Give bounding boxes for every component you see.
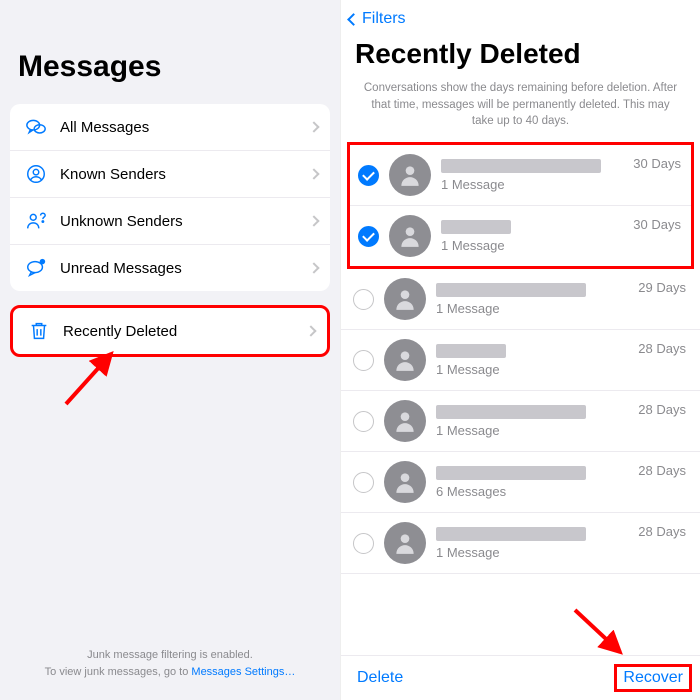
- days-remaining: 28 Days: [638, 339, 686, 356]
- filter-unknown-senders[interactable]: Unknown Senders: [10, 198, 330, 245]
- filters-list: All Messages Known Senders Unknown Sende…: [10, 104, 330, 291]
- filter-unread-messages[interactable]: Unread Messages: [10, 245, 330, 291]
- conversation-list: 1 Message 30 Days 1 Message 30 Days: [341, 142, 700, 655]
- avatar-icon: [389, 154, 431, 196]
- info-note: Conversations show the days remaining be…: [341, 80, 700, 142]
- message-count: 6 Messages: [436, 484, 628, 499]
- days-remaining: 28 Days: [638, 400, 686, 417]
- chevron-right-icon: [308, 168, 319, 179]
- selected-rows-highlight: 1 Message 30 Days 1 Message 30 Days: [347, 142, 694, 269]
- days-remaining: 28 Days: [638, 461, 686, 478]
- page-title: Messages: [0, 0, 340, 104]
- recently-deleted-pane: Filters Recently Deleted Conversations s…: [340, 0, 700, 700]
- chevron-right-icon: [305, 325, 316, 336]
- bubbles-icon: [24, 115, 48, 139]
- conversation-row[interactable]: 1 Message 30 Days: [350, 206, 691, 266]
- messages-settings-link[interactable]: Messages Settings…: [191, 666, 295, 678]
- annotation-arrow-icon: [56, 344, 126, 414]
- days-remaining: 30 Days: [633, 154, 681, 171]
- message-count: 1 Message: [436, 423, 628, 438]
- avatar-icon: [384, 522, 426, 564]
- redacted-name: [436, 405, 586, 419]
- message-count: 1 Message: [436, 545, 628, 560]
- filter-all-messages[interactable]: All Messages: [10, 104, 330, 151]
- bottom-toolbar: Delete Recover: [341, 655, 700, 700]
- filter-label: Recently Deleted: [63, 323, 295, 340]
- back-button[interactable]: Filters: [341, 0, 700, 32]
- avatar-icon: [384, 339, 426, 381]
- back-label: Filters: [362, 10, 406, 28]
- filter-label: Unknown Senders: [60, 213, 298, 230]
- message-count: 1 Message: [441, 238, 623, 253]
- chevron-right-icon: [308, 262, 319, 273]
- redacted-name: [436, 527, 586, 541]
- footer-line2-text: To view junk messages, go to: [45, 666, 192, 678]
- delete-button[interactable]: Delete: [357, 669, 403, 687]
- days-remaining: 30 Days: [633, 215, 681, 232]
- checkbox-icon[interactable]: [353, 411, 374, 432]
- conversation-row[interactable]: 1 Message 28 Days: [341, 513, 700, 574]
- messages-filters-pane: Messages All Messages Known Senders Unkn…: [0, 0, 340, 700]
- days-remaining: 28 Days: [638, 522, 686, 539]
- redacted-name: [441, 159, 601, 173]
- conversation-row[interactable]: 1 Message 29 Days: [341, 269, 700, 330]
- checkbox-icon[interactable]: [358, 226, 379, 247]
- chevron-right-icon: [308, 121, 319, 132]
- checkbox-icon[interactable]: [353, 472, 374, 493]
- message-count: 1 Message: [441, 177, 623, 192]
- chevron-right-icon: [308, 215, 319, 226]
- trash-icon: [27, 319, 51, 343]
- filter-label: All Messages: [60, 119, 298, 136]
- days-remaining: 29 Days: [638, 278, 686, 295]
- bubble-dot-icon: [24, 256, 48, 280]
- person-question-icon: [24, 209, 48, 233]
- message-count: 1 Message: [436, 362, 628, 377]
- chevron-left-icon: [347, 13, 360, 26]
- conversation-row[interactable]: 6 Messages 28 Days: [341, 452, 700, 513]
- recover-button[interactable]: Recover: [614, 664, 692, 692]
- checkbox-icon[interactable]: [353, 289, 374, 310]
- redacted-name: [436, 344, 506, 358]
- checkbox-icon[interactable]: [358, 165, 379, 186]
- filter-label: Known Senders: [60, 166, 298, 183]
- redacted-name: [441, 220, 511, 234]
- checkbox-icon[interactable]: [353, 350, 374, 371]
- avatar-icon: [384, 278, 426, 320]
- redacted-name: [436, 283, 586, 297]
- avatar-icon: [384, 461, 426, 503]
- footer-line1: Junk message filtering is enabled.: [0, 647, 340, 664]
- conversation-row[interactable]: 1 Message 28 Days: [341, 330, 700, 391]
- checkbox-icon[interactable]: [353, 533, 374, 554]
- filter-known-senders[interactable]: Known Senders: [10, 151, 330, 198]
- page-title: Recently Deleted: [341, 32, 700, 80]
- avatar-icon: [384, 400, 426, 442]
- redacted-name: [436, 466, 586, 480]
- footer-note: Junk message filtering is enabled. To vi…: [0, 647, 340, 680]
- annotation-arrow-icon: [570, 602, 630, 662]
- filter-label: Unread Messages: [60, 260, 298, 277]
- conversation-row[interactable]: 1 Message 30 Days: [350, 145, 691, 206]
- conversation-row[interactable]: 1 Message 28 Days: [341, 391, 700, 452]
- person-circle-icon: [24, 162, 48, 186]
- avatar-icon: [389, 215, 431, 257]
- message-count: 1 Message: [436, 301, 628, 316]
